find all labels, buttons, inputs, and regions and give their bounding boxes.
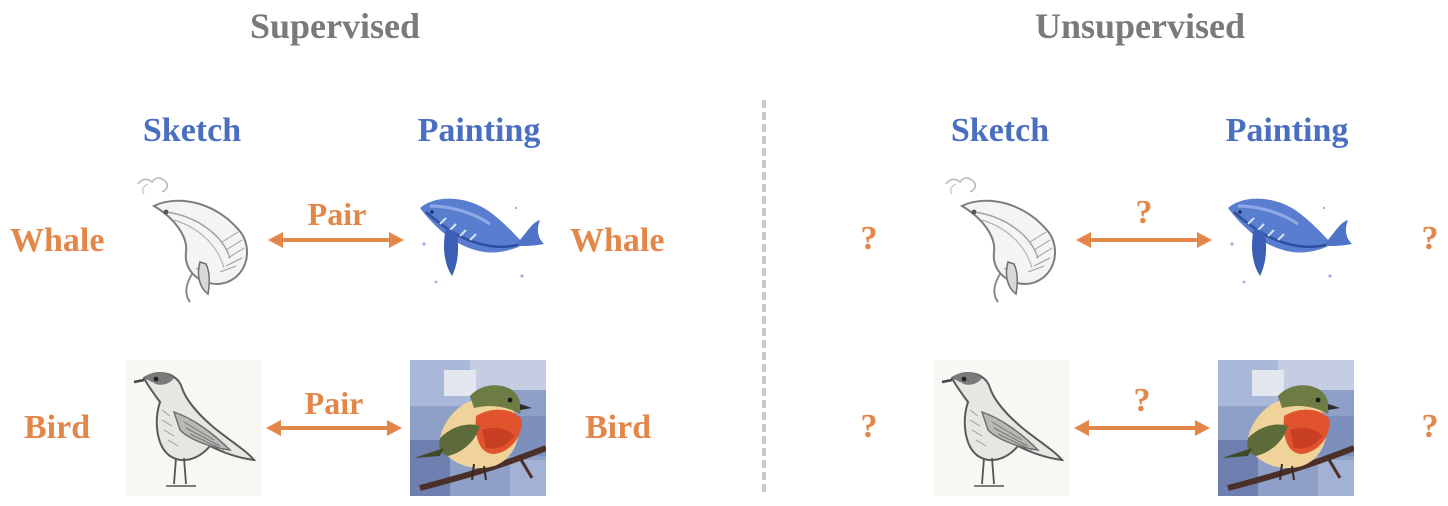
double-arrow-icon [1076, 230, 1212, 250]
unsupervised-title: Unsupervised [1034, 6, 1246, 46]
bird-painting-icon [410, 360, 546, 496]
double-arrow-icon [268, 230, 404, 250]
supervised-title: Supervised [249, 6, 421, 46]
supervised-painting-label: Painting [417, 112, 541, 149]
supervised-bird-left-label: Bird [24, 409, 91, 446]
supervised-pair-label-1: Pair [307, 196, 367, 232]
unsupervised-left-question-1: ? [860, 220, 878, 257]
supervised-bird-right-label: Bird [585, 409, 652, 446]
bird-sketch-icon [126, 360, 262, 496]
unsupervised-pair-question-2: ? [1133, 382, 1151, 419]
bird-sketch-icon [934, 360, 1070, 496]
supervised-whale-left-label: Whale [10, 222, 105, 259]
whale-sketch-icon [934, 172, 1070, 308]
unsupervised-sketch-label: Sketch [950, 112, 1050, 149]
supervised-whale-right-label: Whale [570, 222, 665, 259]
double-arrow-icon [266, 418, 402, 438]
supervised-pair-label-2: Pair [304, 385, 364, 421]
whale-sketch-icon [126, 172, 262, 308]
unsupervised-right-question-1: ? [1421, 220, 1439, 257]
whale-painting-icon [410, 172, 546, 308]
bird-painting-icon [1218, 360, 1354, 496]
double-arrow-icon [1074, 418, 1210, 438]
section-divider [762, 100, 766, 492]
unsupervised-right-question-2: ? [1421, 408, 1439, 445]
supervised-sketch-label: Sketch [142, 112, 242, 149]
unsupervised-pair-question-1: ? [1135, 194, 1153, 231]
unsupervised-painting-label: Painting [1225, 112, 1349, 149]
unsupervised-left-question-2: ? [860, 408, 878, 445]
whale-painting-icon [1218, 172, 1354, 308]
